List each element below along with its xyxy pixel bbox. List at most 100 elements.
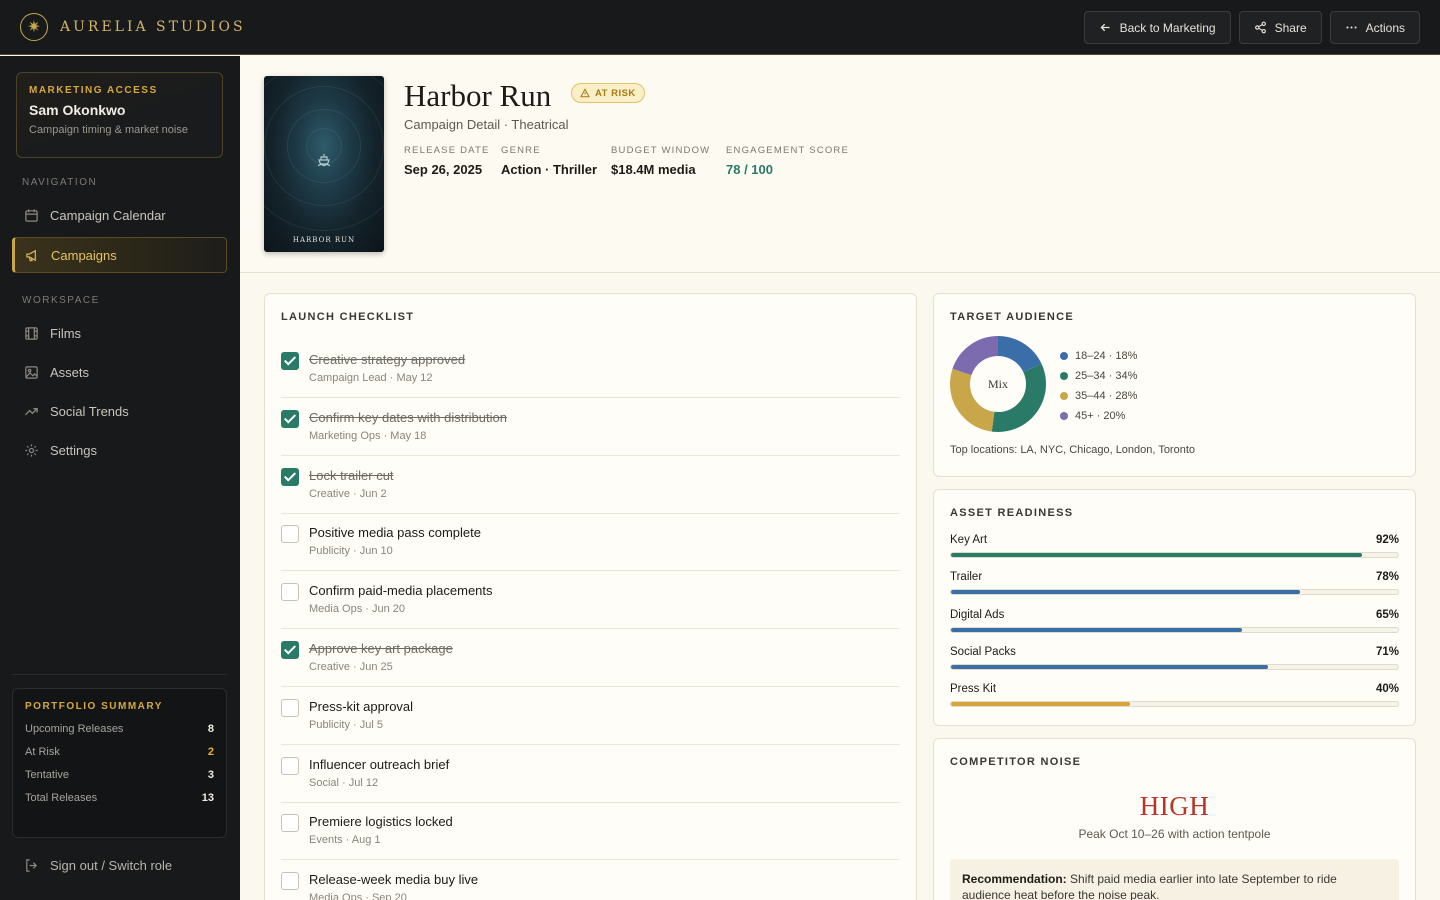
warning-icon: [580, 88, 590, 98]
sidebar-item-social-trends[interactable]: Social Trends: [12, 393, 227, 429]
meta-budget: BUDGET WINDOW $18.4M media: [611, 145, 710, 177]
legend-label: 18–24 · 18%: [1075, 350, 1138, 362]
summary-value: 13: [201, 792, 214, 804]
meta-value: Sep 26, 2025: [404, 162, 483, 177]
progress-track: [950, 552, 1399, 558]
readiness-head: Press Kit 40%: [950, 683, 1399, 695]
film-icon: [25, 326, 38, 340]
summary-row-upcoming: Upcoming Releases 8: [25, 723, 214, 735]
card-title: COMPETITOR NOISE: [950, 756, 1082, 768]
checklist-checkbox[interactable]: [281, 641, 299, 659]
noise-peak-description: Peak Oct 10–26 with action tentpole: [1078, 827, 1271, 841]
meta-value: 78 / 100: [726, 162, 773, 177]
checklist-checkbox[interactable]: [281, 467, 299, 486]
readiness-head: Digital Ads 65%: [950, 609, 1399, 621]
workspace-heading: WORKSPACE: [22, 295, 100, 306]
legend-dot: [1060, 412, 1068, 420]
campaign-header: HARBOR RUN Harbor Run AT RISK Campaign D…: [240, 56, 1440, 273]
logout-icon: [26, 859, 38, 872]
legend-label: 25–34 · 34%: [1075, 370, 1138, 382]
checklist-checkbox[interactable]: [281, 698, 299, 717]
readiness-percent: 78%: [1375, 571, 1399, 584]
sign-out-link[interactable]: Sign out / Switch role: [24, 858, 172, 873]
back-to-marketing-button[interactable]: Back to Marketing: [1083, 11, 1231, 44]
checklist-item: Press-kit approval Publicity · Jul 5: [281, 687, 900, 745]
user-name: Sam Okonkwo: [29, 102, 126, 118]
actions-button[interactable]: Actions: [1329, 11, 1420, 44]
checklist-item: Approve key art package Creative · Jun 25: [281, 629, 900, 687]
brand[interactable]: ✷ AURELIA STUDIOS: [20, 13, 246, 41]
asset-readiness-card: ASSET READINESS Key Art 92% Trailer 78% Digi…: [933, 489, 1416, 726]
more-horizontal-icon: [1346, 26, 1357, 29]
checklist-checkbox[interactable]: [281, 756, 299, 775]
progress-fill: [951, 627, 1242, 632]
portfolio-summary: PORTFOLIO SUMMARY Upcoming Releases 8 At…: [12, 688, 227, 838]
page-subtitle: Campaign Detail · Theatrical: [404, 117, 569, 132]
sidebar-item-campaigns[interactable]: Campaigns: [12, 237, 227, 273]
legend-item: 18–24 · 18%: [1060, 346, 1137, 366]
poster-title: HARBOR RUN: [292, 236, 356, 244]
top-bar: ✷ AURELIA STUDIOS Back to Marketing Shar…: [0, 0, 1440, 55]
sidebar-item-assets[interactable]: Assets: [12, 354, 227, 390]
sidebar-item-films[interactable]: Films: [12, 315, 227, 351]
meta-label: GENRE: [501, 145, 541, 156]
legend-dot: [1060, 372, 1068, 380]
summary-row-tentative: Tentative 3: [25, 769, 214, 781]
checklist-item-label: Creative strategy approved: [309, 352, 466, 367]
checklist-item-label: Lock trailer cut: [309, 467, 394, 483]
checklist-item-label: Release-week media buy live: [309, 872, 479, 888]
readiness-label: Social Packs: [950, 645, 1016, 658]
sidebar-item-label: Films: [50, 325, 82, 341]
readiness-row: Social Packs 71%: [950, 646, 1399, 670]
share-button[interactable]: Share: [1238, 11, 1322, 44]
checklist-checkbox[interactable]: [281, 409, 299, 428]
progress-fill: [951, 664, 1269, 669]
status-badge: AT RISK: [571, 83, 645, 103]
target-audience-card: TARGET AUDIENCE Mix 18–24 · 18% 25–34 · 3…: [933, 293, 1416, 477]
checklist-item-label: Influencer outreach brief: [309, 756, 450, 772]
checklist-item-meta: Campaign Lead · May 12: [309, 372, 433, 384]
card-title: TARGET AUDIENCE: [950, 311, 1074, 323]
recommendation-box: Recommendation: Shift paid media earlier…: [950, 859, 1399, 900]
page-title: Harbor Run: [404, 78, 552, 113]
calendar-icon: [25, 208, 38, 222]
checklist-item-meta: Creative · Jun 2: [309, 487, 387, 500]
access-card: MARKETING ACCESS Sam Okonkwo Campaign ti…: [16, 72, 223, 158]
sidebar-item-label: Campaigns: [51, 247, 117, 263]
image-icon: [25, 365, 38, 379]
checklist-item-label: Approve key art package: [309, 641, 453, 656]
gear-icon: [25, 443, 38, 457]
meta-label: ENGAGEMENT SCORE: [726, 145, 850, 156]
share-icon: [1254, 21, 1266, 34]
sidebar-item-label: Assets: [50, 364, 90, 380]
checklist-checkbox[interactable]: [281, 814, 299, 833]
readiness-label: Press Kit: [950, 683, 997, 696]
checklist-item: Confirm key dates with distribution Marke…: [281, 398, 900, 456]
legend-dot: [1060, 352, 1068, 360]
divider: [12, 674, 227, 675]
meta-value: Action · Thriller: [501, 162, 598, 177]
meta-release-date: RELEASE DATE Sep 26, 2025: [404, 145, 490, 177]
checklist-item-meta: Publicity · Jun 10: [309, 545, 393, 558]
summary-label: Tentative: [25, 769, 70, 781]
legend-label: 35–44 · 28%: [1075, 390, 1138, 402]
checklist-checkbox[interactable]: [281, 583, 299, 602]
checklist-checkbox[interactable]: [281, 525, 299, 544]
checklist-item-meta: Media Ops · Sep 20: [309, 892, 407, 900]
checklist-checkbox[interactable]: [281, 872, 299, 891]
summary-row-total: Total Releases 13: [25, 792, 214, 804]
sign-out-label: Sign out / Switch role: [50, 858, 173, 873]
summary-label: Upcoming Releases: [25, 723, 124, 735]
checklist-item: Release-week media buy live Media Ops · S…: [281, 860, 900, 900]
sidebar-item-settings[interactable]: Settings: [12, 432, 227, 468]
readiness-head: Trailer 78%: [950, 571, 1399, 583]
user-role-description: Campaign timing & market noise: [29, 124, 188, 136]
readiness-row: Trailer 78%: [950, 571, 1399, 596]
checklist-item: Lock trailer cut Creative · Jun 2: [281, 456, 900, 514]
summary-label: Total Releases: [25, 792, 98, 804]
meta-label: BUDGET WINDOW: [611, 145, 711, 156]
sidebar-item-campaign-calendar[interactable]: Campaign Calendar: [12, 197, 227, 233]
checklist-item: Influencer outreach brief Social · Jul 12: [281, 745, 900, 803]
readiness-row: Press Kit 40%: [950, 683, 1399, 708]
checklist-checkbox[interactable]: [281, 352, 299, 370]
